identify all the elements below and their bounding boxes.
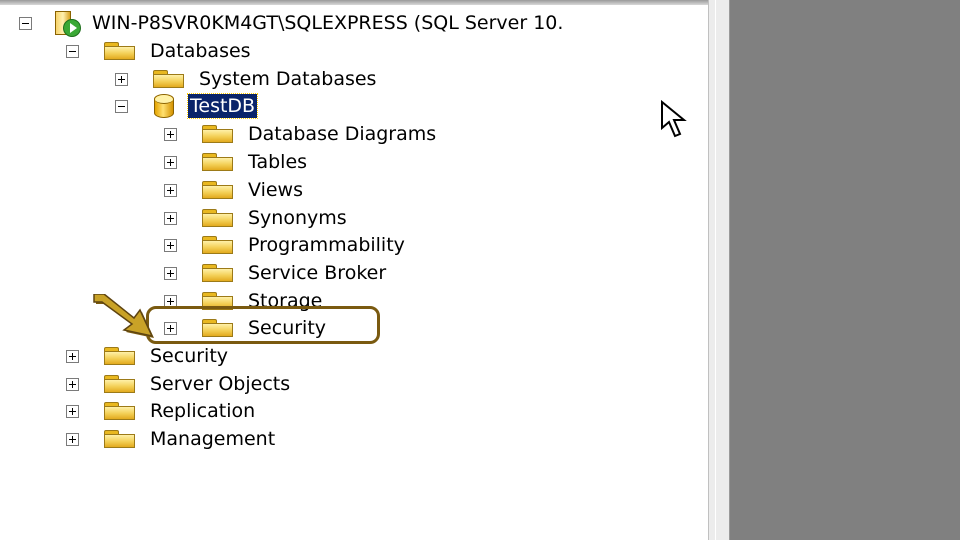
tree-node-label: Tables xyxy=(248,151,308,173)
folder-icon xyxy=(103,401,137,421)
folder-icon xyxy=(201,263,235,283)
tree-node-tables[interactable]: Tables xyxy=(164,149,307,175)
expand-icon[interactable] xyxy=(164,266,177,280)
expand-icon[interactable] xyxy=(164,127,177,141)
tree-node-label: Management xyxy=(150,428,276,450)
tree-node-label: Programmability xyxy=(248,234,405,256)
tree-node-databases[interactable]: Databases xyxy=(66,38,251,64)
tree-node-testdb[interactable]: TestDB xyxy=(115,92,259,120)
tree-node-server-security[interactable]: Security xyxy=(66,343,228,369)
folder-icon xyxy=(103,374,137,394)
tree-node-synonyms[interactable]: Synonyms xyxy=(164,205,347,231)
folder-icon xyxy=(103,41,137,61)
server-running-icon xyxy=(52,9,84,37)
object-explorer-tree: WIN-P8SVR0KM4GT\SQLEXPRESS (SQL Server 1… xyxy=(0,0,708,540)
expand-icon[interactable] xyxy=(115,72,128,86)
expand-icon[interactable] xyxy=(66,349,79,363)
tree-node-system-databases[interactable]: System Databases xyxy=(115,66,376,92)
folder-icon xyxy=(201,124,235,144)
arrow-callout-icon xyxy=(93,294,154,338)
security-highlight-box xyxy=(146,306,380,344)
tree-node-label: Synonyms xyxy=(248,207,347,229)
tree-node-server[interactable]: WIN-P8SVR0KM4GT\SQLEXPRESS (SQL Server 1… xyxy=(19,9,564,37)
tree-node-programmability[interactable]: Programmability xyxy=(164,232,405,258)
tree-node-label: Database Diagrams xyxy=(248,123,437,145)
tree-node-service-broker[interactable]: Service Broker xyxy=(164,260,386,286)
tree-node-database-diagrams[interactable]: Database Diagrams xyxy=(164,121,436,147)
tree-node-views[interactable]: Views xyxy=(164,177,303,203)
folder-icon xyxy=(201,152,235,172)
expand-icon[interactable] xyxy=(164,211,177,225)
tree-node-label: WIN-P8SVR0KM4GT\SQLEXPRESS (SQL Server 1… xyxy=(92,12,564,34)
collapse-icon[interactable] xyxy=(115,99,128,113)
folder-icon xyxy=(103,346,137,366)
tree-node-label: Databases xyxy=(150,40,251,62)
folder-icon xyxy=(201,180,235,200)
expand-icon[interactable] xyxy=(164,238,177,252)
database-icon xyxy=(150,92,178,120)
pane-splitter[interactable] xyxy=(708,0,730,540)
expand-icon[interactable] xyxy=(164,155,177,169)
expand-icon[interactable] xyxy=(164,183,177,197)
tree-node-label: System Databases xyxy=(199,68,377,90)
tree-node-label: Server Objects xyxy=(150,373,291,395)
folder-icon xyxy=(201,208,235,228)
panel-top-border xyxy=(0,0,708,5)
tree-node-management[interactable]: Management xyxy=(66,426,275,452)
tree-node-label: Service Broker xyxy=(248,262,387,284)
tree-node-label: Views xyxy=(248,179,303,201)
tree-node-label: Replication xyxy=(150,400,256,422)
mouse-pointer-icon xyxy=(661,100,687,138)
folder-icon xyxy=(201,235,235,255)
folder-icon xyxy=(103,429,137,449)
tree-node-replication[interactable]: Replication xyxy=(66,398,255,424)
collapse-icon[interactable] xyxy=(19,16,32,30)
tree-node-label-selected: TestDB xyxy=(186,93,259,119)
right-pane xyxy=(730,0,960,540)
collapse-icon[interactable] xyxy=(66,44,79,58)
expand-icon[interactable] xyxy=(66,377,79,391)
expand-icon[interactable] xyxy=(66,404,79,418)
folder-icon xyxy=(152,69,186,89)
tree-node-server-objects[interactable]: Server Objects xyxy=(66,371,290,397)
tree-node-label: Security xyxy=(150,345,229,367)
expand-icon[interactable] xyxy=(66,432,79,446)
